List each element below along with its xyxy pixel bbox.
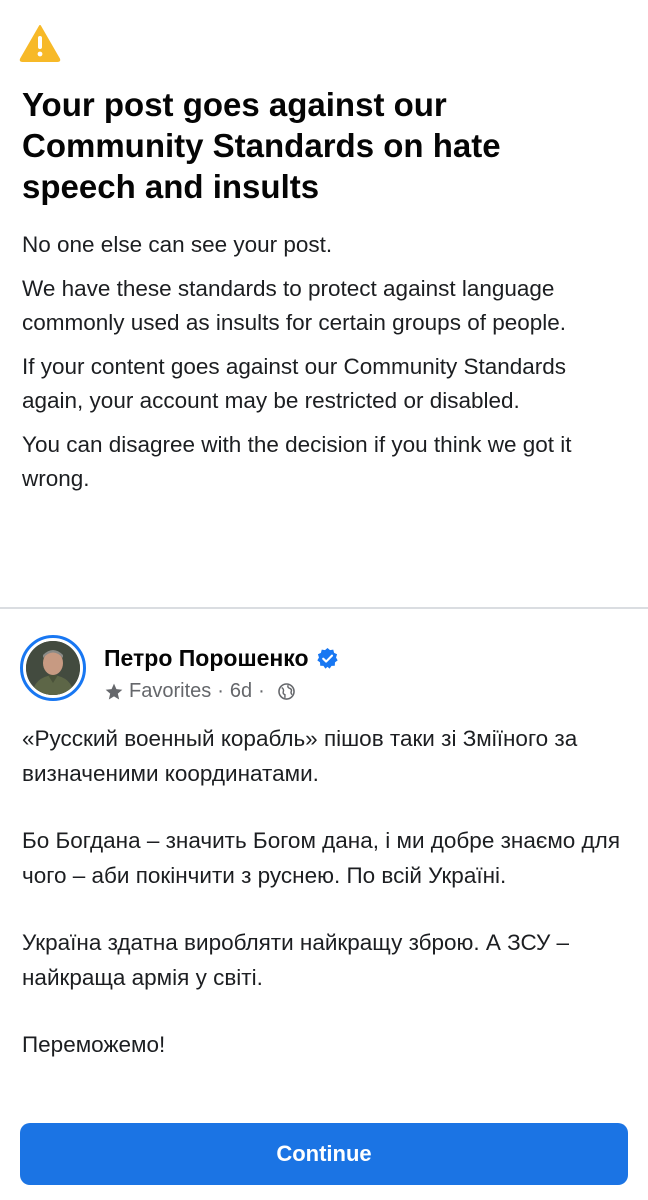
notice-paragraph: We have these standards to protect again… <box>22 276 567 335</box>
notice-paragraph: No one else can see your post. <box>22 232 333 257</box>
post-paragraph: Переможемо! <box>22 1032 166 1057</box>
notice-body: No one else can see your post. We have t… <box>22 228 628 506</box>
section-divider <box>0 607 648 609</box>
post-meta: Favorites · 6d · <box>104 680 296 703</box>
verified-badge-icon <box>316 647 338 669</box>
notice-paragraph: You can disagree with the decision if yo… <box>22 432 572 491</box>
notice-paragraph: If your content goes against our Communi… <box>22 354 567 413</box>
avatar[interactable] <box>20 635 86 701</box>
globe-icon <box>278 683 295 700</box>
meta-separator: · <box>258 680 265 702</box>
meta-separator: · <box>217 680 224 702</box>
post-author-row: Петро Порошенко <box>104 645 339 672</box>
author-name[interactable]: Петро Порошенко <box>104 645 309 672</box>
post-body: «Русский военный корабль» пішов таки зі … <box>22 722 622 1096</box>
avatar-image <box>26 641 80 695</box>
post-paragraph: «Русский военный корабль» пішов таки зі … <box>22 726 578 786</box>
audience-label: Favorites <box>129 680 212 702</box>
post-time[interactable]: 6d <box>230 680 252 703</box>
continue-button[interactable]: Continue <box>20 1123 628 1185</box>
warning-triangle-icon <box>19 25 61 62</box>
star-icon <box>105 683 123 699</box>
post-paragraph: Бо Богдана – значить Богом дана, і ми до… <box>22 828 620 888</box>
post-paragraph: Україна здатна виробляти найкращу зброю.… <box>22 930 570 990</box>
notice-title: Your post goes against our Community Sta… <box>22 86 501 205</box>
